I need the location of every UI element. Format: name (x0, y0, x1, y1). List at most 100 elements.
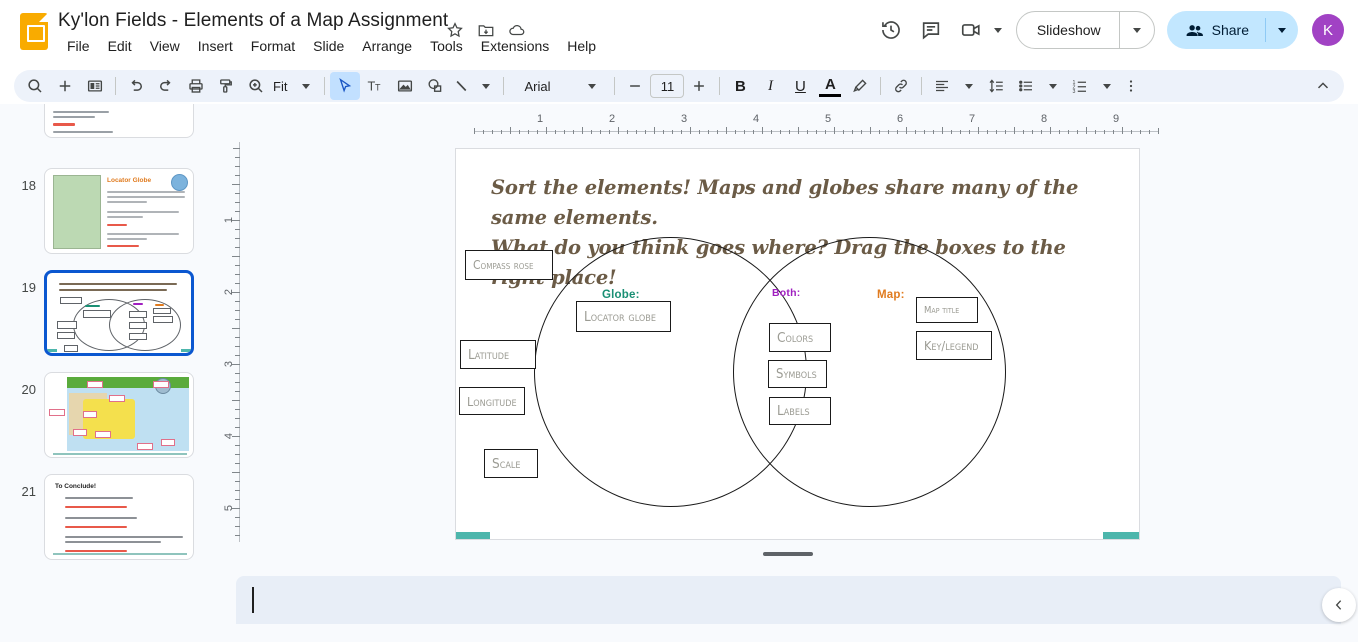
bulleted-list-icon[interactable] (1011, 72, 1041, 100)
menu-format[interactable]: Format (242, 36, 304, 56)
venn-label-map[interactable]: Map: (877, 289, 905, 301)
meet-chevron-down-icon[interactable] (993, 27, 1002, 33)
text-box-icon[interactable]: TT (360, 72, 390, 100)
venn-label-globe[interactable]: Globe: (602, 289, 640, 301)
menu-edit[interactable]: Edit (99, 36, 141, 56)
print-icon[interactable] (181, 72, 211, 100)
undo-icon[interactable] (121, 72, 151, 100)
comment-icon[interactable] (911, 10, 951, 50)
line-chevron-down-icon[interactable] (474, 72, 498, 100)
search-icon[interactable] (20, 72, 50, 100)
share-label: Share (1211, 22, 1249, 38)
menu-extensions[interactable]: Extensions (472, 36, 558, 56)
slide-number: 18 (21, 178, 36, 193)
element-box-label: Locator Globe (584, 308, 656, 325)
underline-label: U (795, 77, 806, 95)
slide-thumbnail[interactable]: Locator Globe (44, 168, 194, 254)
element-box-map-title[interactable]: Map Title (916, 297, 978, 323)
slide-thumbnail[interactable]: To Conclude! (44, 474, 194, 560)
zoom-chevron-down-icon[interactable] (293, 73, 319, 99)
line-icon[interactable] (450, 72, 474, 100)
zoom-icon[interactable] (241, 72, 271, 100)
menu-tools[interactable]: Tools (421, 36, 472, 56)
element-box-label: Symbols (776, 366, 817, 382)
element-box-key-legend[interactable]: Key/Legend (916, 331, 992, 360)
new-slide-icon[interactable] (50, 72, 80, 100)
paint-format-icon[interactable] (211, 72, 241, 100)
font-chevron-down-icon[interactable] (579, 73, 605, 99)
menu-help[interactable]: Help (558, 36, 605, 56)
element-box-locator-globe[interactable]: Locator Globe (576, 301, 671, 332)
more-options-icon[interactable] (1119, 72, 1143, 100)
element-box-label: Labels (777, 403, 810, 419)
speaker-notes-input[interactable] (236, 576, 1341, 624)
slideshow-options-button[interactable] (1120, 12, 1154, 48)
decrease-font-size-button[interactable] (620, 72, 650, 100)
menu-insert[interactable]: Insert (189, 36, 242, 56)
slide-thumbnail-selected[interactable] (44, 270, 194, 356)
horizontal-ruler[interactable]: 1 2 3 4 5 6 7 8 9 (236, 110, 1358, 134)
element-box-label: Key/Legend (924, 338, 979, 353)
font-family-selector[interactable]: Arial (515, 70, 609, 102)
element-box-label: Latitude (468, 346, 510, 363)
slides-logo-icon[interactable] (20, 13, 48, 50)
element-box-longitude[interactable]: Longitude (459, 387, 525, 415)
collapse-notes-icon[interactable] (1322, 588, 1356, 622)
redo-icon[interactable] (151, 72, 181, 100)
element-box-compass-rose[interactable]: Compass Rose (465, 250, 553, 280)
hruler-num-7: 7 (968, 113, 976, 125)
bold-button[interactable]: B (725, 72, 755, 100)
toolbar-divider-1 (115, 77, 116, 95)
text-color-button[interactable]: A (815, 72, 845, 100)
vruler-num-4: 4 (222, 432, 235, 440)
layout-icon[interactable] (80, 72, 110, 100)
align-icon[interactable] (927, 72, 957, 100)
menu-file[interactable]: File (58, 36, 99, 56)
share-button[interactable]: Share (1167, 11, 1265, 49)
meet-camera-icon[interactable] (951, 10, 991, 50)
highlight-icon[interactable] (845, 72, 875, 100)
vertical-ruler[interactable]: 1 2 3 4 5 (218, 130, 240, 570)
slide-canvas[interactable]: Sort the elements! Maps and globes share… (455, 148, 1140, 540)
numbered-list-chevron-down-icon[interactable] (1095, 72, 1119, 100)
slide-thumbnail[interactable] (44, 104, 194, 138)
element-box-labels[interactable]: Labels (769, 397, 831, 425)
bulleted-list-chevron-down-icon[interactable] (1041, 72, 1065, 100)
element-box-colors[interactable]: Colors (769, 323, 831, 352)
menu-bar: File Edit View Insert Format Slide Arran… (58, 36, 605, 56)
element-box-symbols[interactable]: Symbols (768, 360, 827, 388)
share-button-group: Share (1166, 11, 1298, 49)
menu-arrange[interactable]: Arrange (353, 36, 421, 56)
underline-button[interactable]: U (785, 72, 815, 100)
insert-image-icon[interactable] (390, 72, 420, 100)
align-chevron-down-icon[interactable] (957, 72, 981, 100)
document-title[interactable]: Ky'lon Fields - Elements of a Map Assign… (58, 10, 448, 32)
slide-number: 21 (21, 484, 36, 499)
increase-font-size-button[interactable] (684, 72, 714, 100)
italic-button[interactable]: I (755, 72, 785, 100)
thumb-title: Locator Globe (107, 177, 152, 184)
element-box-latitude[interactable]: Latitude (460, 340, 536, 369)
font-family-label: Arial (524, 78, 551, 94)
select-cursor-icon[interactable] (330, 72, 361, 100)
line-spacing-icon[interactable] (981, 72, 1011, 100)
meet-button[interactable] (951, 10, 1008, 50)
menu-view[interactable]: View (141, 36, 189, 56)
collapse-toolbar-icon[interactable] (1308, 72, 1338, 100)
font-size-input[interactable]: 11 (650, 74, 685, 98)
notes-resize-handle[interactable] (763, 552, 813, 556)
version-history-icon[interactable] (871, 10, 911, 50)
numbered-list-icon[interactable]: 123 (1065, 72, 1095, 100)
shape-icon[interactable] (420, 72, 450, 100)
menu-slide[interactable]: Slide (304, 36, 353, 56)
thumb-title: To Conclude! (55, 483, 97, 490)
slideshow-button[interactable]: Slideshow (1017, 12, 1119, 48)
element-box-scale[interactable]: Scale (484, 449, 538, 478)
link-icon[interactable] (886, 72, 916, 100)
slide-thumbnail[interactable] (44, 372, 194, 458)
avatar[interactable]: K (1312, 14, 1344, 46)
venn-label-both[interactable]: Both: (772, 287, 800, 299)
share-options-button[interactable] (1266, 11, 1298, 49)
slide-filmstrip[interactable]: 18 Locator Globe 19 20 21 To Conclude! (0, 104, 218, 574)
zoom-level-selector[interactable]: Fit (271, 73, 319, 99)
